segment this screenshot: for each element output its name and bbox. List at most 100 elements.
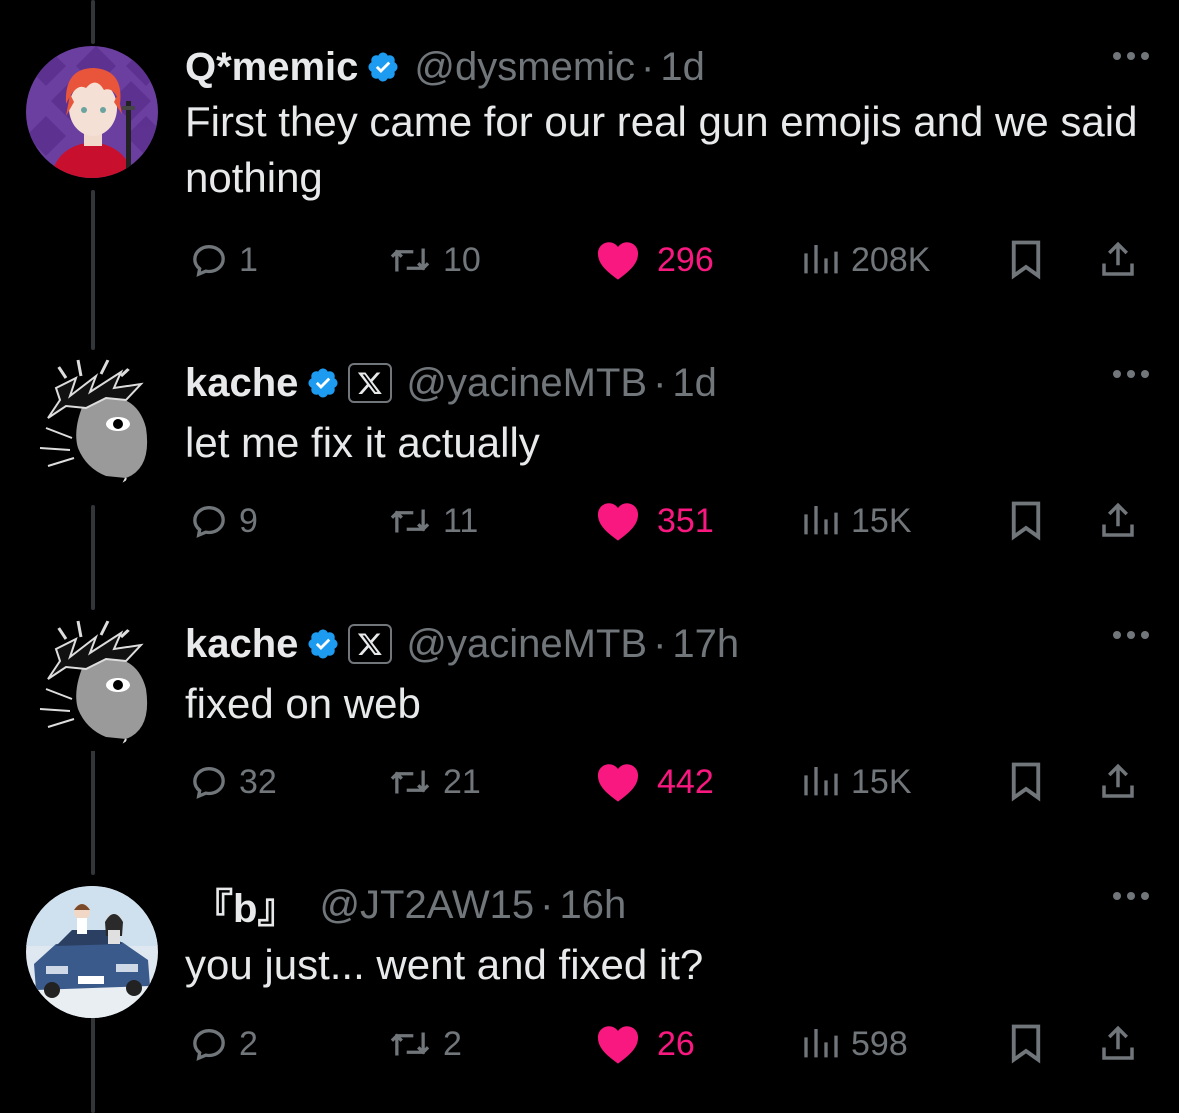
like-count: 442 [657, 762, 714, 801]
share-button[interactable] [1097, 1014, 1139, 1074]
views-count: 15K [851, 501, 912, 540]
reply-button[interactable]: 9 [189, 491, 258, 551]
bookmark-button[interactable] [1007, 491, 1045, 551]
timestamp[interactable]: 16h [560, 883, 627, 928]
verified-badge-icon[interactable] [366, 50, 400, 84]
reply-button[interactable]: 2 [189, 1014, 258, 1074]
handle[interactable]: @dysmemic [414, 45, 635, 90]
tweet-text: First they came for our real gun emojis … [185, 98, 1138, 201]
views-count: 208K [851, 240, 931, 279]
bookmark-icon [1011, 240, 1041, 280]
repost-button[interactable]: 11 [387, 491, 478, 551]
thread-line [91, 735, 95, 875]
more-icon[interactable] [1113, 370, 1149, 378]
views-count: 598 [851, 1024, 908, 1063]
action-bar: 1 10 296 208K [185, 230, 1150, 290]
display-name[interactable]: kache [185, 622, 298, 667]
repost-button[interactable]: 10 [387, 230, 481, 290]
tweet-header: kache @yacineMTB · 17h [185, 619, 739, 669]
repost-count: 2 [443, 1024, 462, 1063]
reply-button[interactable]: 32 [189, 752, 277, 812]
like-button[interactable]: 442 [595, 752, 714, 812]
views-icon [804, 767, 838, 796]
reply-button[interactable]: 1 [189, 230, 258, 290]
handle[interactable]: @yacineMTB [406, 622, 647, 667]
views-icon [804, 1029, 838, 1058]
repost-icon [390, 770, 430, 794]
repost-count: 21 [443, 762, 481, 801]
tweet-header: kache @yacineMTB · 1d [185, 358, 717, 408]
views-button[interactable]: 598 [801, 1014, 908, 1074]
x-affiliate-icon[interactable] [348, 624, 393, 664]
heart-icon [597, 1026, 639, 1064]
reply-icon [193, 1028, 225, 1061]
repost-icon [390, 248, 430, 272]
tweet-header: Q*memic @dysmemic · 1d [185, 42, 705, 92]
like-button[interactable]: 351 [595, 491, 714, 551]
reply-count: 2 [239, 1024, 258, 1063]
timestamp[interactable]: 17h [672, 622, 739, 667]
verified-badge-icon[interactable] [306, 366, 340, 400]
repost-button[interactable]: 21 [387, 752, 481, 812]
views-button[interactable]: 208K [801, 230, 930, 290]
repost-count: 10 [443, 240, 481, 279]
thread-line [91, 505, 95, 610]
separator: · [540, 882, 554, 927]
bookmark-button[interactable] [1007, 1014, 1045, 1074]
views-icon [804, 245, 838, 274]
separator: · [641, 44, 655, 89]
share-icon [1102, 502, 1134, 537]
views-count: 15K [851, 762, 912, 801]
like-button[interactable]: 26 [595, 1014, 695, 1074]
share-icon [1102, 1025, 1134, 1060]
views-button[interactable]: 15K [801, 491, 912, 551]
heart-icon [597, 242, 639, 280]
separator: · [653, 360, 667, 405]
avatar[interactable] [26, 358, 158, 490]
repost-icon [390, 509, 430, 533]
handle[interactable]: @yacineMTB [406, 361, 647, 406]
reply-icon [193, 766, 225, 799]
avatar[interactable] [26, 46, 158, 178]
share-icon [1102, 241, 1134, 276]
bookmark-icon [1011, 762, 1041, 802]
display-name[interactable]: Q*memic [185, 45, 358, 90]
more-icon[interactable] [1113, 52, 1149, 60]
action-bar: 32 21 442 15K [185, 752, 1150, 812]
like-count: 351 [657, 501, 714, 540]
heart-icon [597, 764, 639, 802]
x-affiliate-icon[interactable] [348, 363, 393, 403]
timestamp[interactable]: 1d [672, 361, 717, 406]
tweet-header: 『b』 @JT2AW15 · 16h [185, 880, 627, 932]
thread-line [91, 1010, 95, 1113]
separator: · [653, 621, 667, 666]
heart-icon [597, 503, 639, 541]
handle[interactable]: @JT2AW15 [319, 883, 534, 928]
display-name[interactable]: 『b』 [193, 876, 297, 934]
avatar[interactable] [26, 619, 158, 751]
avatar[interactable] [26, 886, 158, 1018]
display-name[interactable]: kache [185, 361, 298, 406]
reply-count: 1 [239, 240, 258, 279]
views-button[interactable]: 15K [801, 752, 912, 812]
more-icon[interactable] [1113, 892, 1149, 900]
share-button[interactable] [1097, 752, 1139, 812]
views-icon [804, 506, 838, 535]
bookmark-button[interactable] [1007, 752, 1045, 812]
share-button[interactable] [1097, 230, 1139, 290]
verified-badge-icon[interactable] [306, 627, 340, 661]
repost-icon [390, 1032, 430, 1056]
tweet-text: let me fix it actually [185, 419, 540, 466]
like-count: 296 [657, 240, 714, 279]
tweet-text: fixed on web [185, 680, 421, 727]
tweet-text: you just... went and fixed it? [185, 941, 704, 988]
more-icon[interactable] [1113, 631, 1149, 639]
share-icon [1102, 763, 1134, 798]
repost-button[interactable]: 2 [387, 1014, 462, 1074]
like-button[interactable]: 296 [595, 230, 714, 290]
share-button[interactable] [1097, 491, 1139, 551]
bookmark-button[interactable] [1007, 230, 1045, 290]
timestamp[interactable]: 1d [660, 45, 705, 90]
like-count: 26 [657, 1024, 695, 1063]
bookmark-icon [1011, 501, 1041, 541]
